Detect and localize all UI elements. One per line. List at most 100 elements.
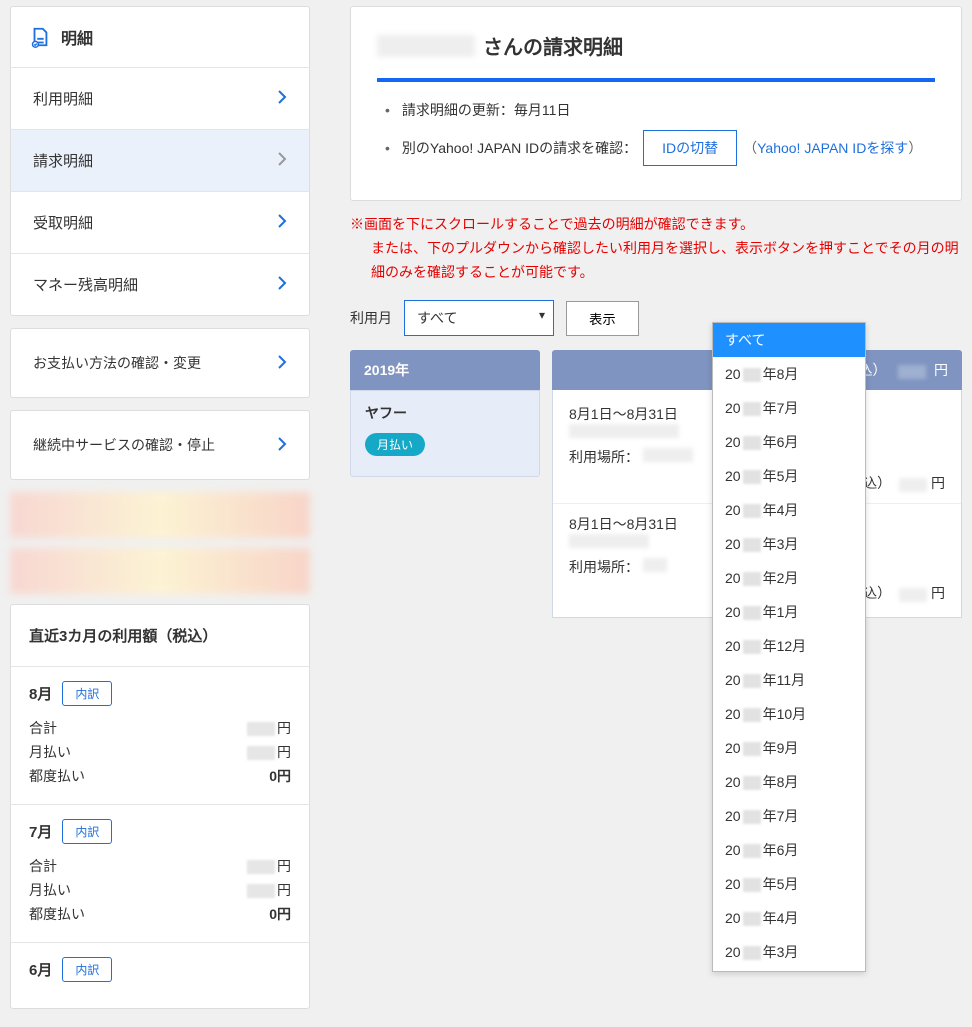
month-dropdown-option[interactable]: 20年1月 xyxy=(713,595,865,629)
monthly-badge: 月払い xyxy=(365,433,425,456)
sidebar-item-money-balance[interactable]: マネー残高明細 xyxy=(11,254,309,315)
chevron-right-icon xyxy=(277,214,287,232)
show-button[interactable]: 表示 xyxy=(566,301,639,336)
page-title-label: さんの請求明細 xyxy=(483,31,623,60)
detail-button[interactable]: 内訳 xyxy=(62,957,112,982)
document-icon xyxy=(29,26,51,48)
redacted xyxy=(569,424,679,438)
sidebar-link-payment-method[interactable]: お支払い方法の確認・変更 xyxy=(10,328,310,398)
row-value: 0円 xyxy=(269,766,291,786)
recent-month-label: 7月 xyxy=(29,821,52,842)
month-dropdown-option[interactable]: 20年10月 xyxy=(713,697,865,731)
sidebar-item-usage[interactable]: 利用明細 xyxy=(11,68,309,130)
row-label: 合計 xyxy=(29,856,57,876)
usage-place-label: 利用場所： xyxy=(569,559,639,575)
recent-month-block: 6月 内訳 xyxy=(11,943,309,1008)
month-dropdown-option[interactable]: 20年2月 xyxy=(713,561,865,595)
month-dropdown-option[interactable]: 20年8月 xyxy=(713,357,865,391)
month-dropdown-option[interactable]: 20年8月 xyxy=(713,765,865,799)
usage-unit: 円 xyxy=(931,475,945,491)
month-dropdown-option[interactable]: 20年2月 xyxy=(713,969,865,972)
usage-unit: 円 xyxy=(931,585,945,601)
recent-month-block: 8月 内訳 合計円 月払い円 都度払い0円 xyxy=(11,667,309,805)
month-dropdown-option[interactable]: すべて xyxy=(713,323,865,357)
row-value: 0円 xyxy=(269,904,291,924)
recent-month-label: 6月 xyxy=(29,959,52,980)
sidebar-item-receipt[interactable]: 受取明細 xyxy=(11,192,309,254)
sidebar: 明細 利用明細 請求明細 受取明細 マネー残高明細 お支払い方法の確認・変更 継… xyxy=(0,0,320,1027)
billing-header-card: さんの請求明細 請求明細の更新：毎月11日 別のYahoo! JAPAN IDの… xyxy=(350,6,962,201)
month-filter-row: 利用月 すべて 表示 xyxy=(350,300,962,336)
recent-usage-title: 直近3カ月の利用額（税込） xyxy=(11,605,309,667)
chevron-right-icon xyxy=(277,90,287,108)
filter-label: 利用月 xyxy=(350,308,392,328)
info-text: 別のYahoo! JAPAN IDの請求を確認： xyxy=(402,138,637,158)
promo-banner xyxy=(10,492,310,538)
row-label: 月払い xyxy=(29,880,71,900)
user-name-redacted xyxy=(377,35,475,57)
page-title: さんの請求明細 xyxy=(377,31,935,60)
billing-detail-row: 2019年 ヤフー 月払い 合計利用額（税込） 円 8月1日～8月31日 xyxy=(350,350,962,618)
note-line-2: または、下のプルダウンから確認したい利用月を選択し、表示ボタンを押すことでその月… xyxy=(371,237,962,285)
divider xyxy=(377,78,935,82)
month-select-value: すべて xyxy=(417,310,457,326)
sidebar-item-billing[interactable]: 請求明細 xyxy=(11,130,309,192)
redacted xyxy=(643,448,693,462)
row-value: 円 xyxy=(247,856,291,876)
scroll-note: ※画面を下にスクロールすることで過去の明細が確認できます。 または、下のプルダウ… xyxy=(350,213,962,284)
service-column: 2019年 ヤフー 月払い xyxy=(350,350,540,477)
id-switch-button[interactable]: IDの切替 xyxy=(643,130,737,166)
month-dropdown-option[interactable]: 20年3月 xyxy=(713,935,865,969)
id-search-link-wrapper: （Yahoo! JAPAN IDを探す） xyxy=(743,138,922,158)
detail-button[interactable]: 内訳 xyxy=(62,681,112,706)
sidebar-menu-card: 明細 利用明細 請求明細 受取明細 マネー残高明細 xyxy=(10,6,310,316)
row-value: 円 xyxy=(247,742,291,762)
promo-banner xyxy=(10,548,310,594)
sidebar-item-label: 受取明細 xyxy=(33,212,93,233)
month-dropdown-option[interactable]: 20年9月 xyxy=(713,731,865,765)
sidebar-item-label: マネー残高明細 xyxy=(33,274,138,295)
month-dropdown-option[interactable]: 20年11月 xyxy=(713,663,865,697)
month-dropdown-option[interactable]: 20年5月 xyxy=(713,459,865,493)
chevron-right-icon xyxy=(277,355,287,372)
service-panel: ヤフー 月払い xyxy=(350,390,540,477)
month-select[interactable]: すべて xyxy=(404,300,554,336)
total-unit: 円 xyxy=(934,362,948,378)
month-dropdown-option[interactable]: 20年5月 xyxy=(713,867,865,901)
month-dropdown-option[interactable]: 20年6月 xyxy=(713,425,865,459)
month-dropdown-option[interactable]: 20年4月 xyxy=(713,901,865,935)
redacted xyxy=(569,534,649,548)
month-dropdown-option[interactable]: 20年7月 xyxy=(713,799,865,833)
recent-month-block: 7月 内訳 合計円 月払い円 都度払い0円 xyxy=(11,805,309,943)
info-text: 請求明細の更新：毎月11日 xyxy=(402,100,571,120)
month-dropdown-list[interactable]: すべて20年8月20年7月20年6月20年5月20年4月20年3月20年2月20… xyxy=(712,322,866,972)
row-value: 円 xyxy=(247,880,291,900)
note-line-1: ※画面を下にスクロールすることで過去の明細が確認できます。 xyxy=(350,216,754,232)
chevron-right-icon xyxy=(277,276,287,294)
sidebar-link-label: お支払い方法の確認・変更 xyxy=(33,353,201,373)
usage-place-label: 利用場所： xyxy=(569,449,639,465)
row-label: 都度払い xyxy=(29,904,85,924)
month-dropdown-option[interactable]: 20年7月 xyxy=(713,391,865,425)
month-dropdown-option[interactable]: 20年4月 xyxy=(713,493,865,527)
sidebar-heading-label: 明細 xyxy=(61,25,93,49)
sidebar-link-label: 継続中サービスの確認・停止 xyxy=(33,435,215,455)
chevron-right-icon xyxy=(277,152,287,170)
id-search-link[interactable]: Yahoo! JAPAN IDを探す xyxy=(757,140,908,156)
main-content: さんの請求明細 請求明細の更新：毎月11日 別のYahoo! JAPAN IDの… xyxy=(320,0,972,1027)
service-name: ヤフー xyxy=(365,403,525,423)
month-dropdown-option[interactable]: 20年12月 xyxy=(713,629,865,663)
sidebar-link-subscriptions[interactable]: 継続中サービスの確認・停止 xyxy=(10,410,310,480)
sidebar-heading: 明細 xyxy=(11,7,309,68)
sidebar-item-label: 利用明細 xyxy=(33,88,93,109)
sidebar-item-label: 請求明細 xyxy=(33,150,93,171)
row-label: 月払い xyxy=(29,742,71,762)
recent-usage-card: 直近3カ月の利用額（税込） 8月 内訳 合計円 月払い円 都度払い0円 7月 内… xyxy=(10,604,310,1009)
info-bullet: 請求明細の更新：毎月11日 xyxy=(385,100,935,120)
info-bullet: 別のYahoo! JAPAN IDの請求を確認： IDの切替 （Yahoo! J… xyxy=(385,130,935,166)
detail-button[interactable]: 内訳 xyxy=(62,819,112,844)
redacted xyxy=(643,558,667,572)
month-dropdown-option[interactable]: 20年3月 xyxy=(713,527,865,561)
month-dropdown-option[interactable]: 20年6月 xyxy=(713,833,865,867)
recent-month-label: 8月 xyxy=(29,683,52,704)
